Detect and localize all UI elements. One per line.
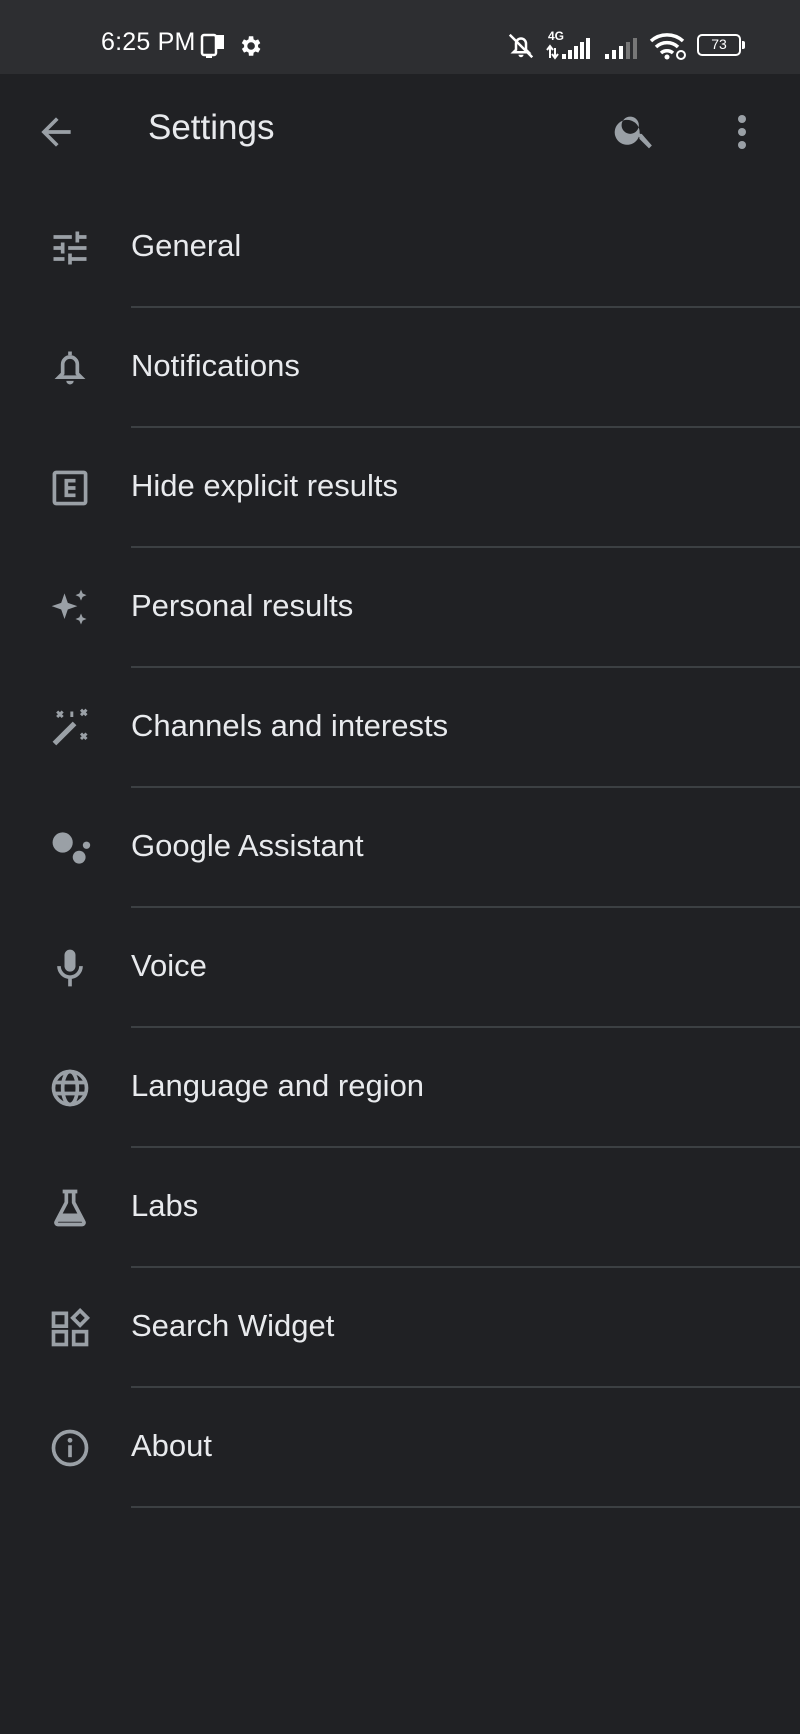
globe-icon [48, 1066, 92, 1110]
magic-wand-icon [48, 706, 92, 750]
app-bar [0, 74, 800, 188]
settings-item-general[interactable]: General [0, 188, 800, 308]
divider [131, 1506, 800, 1508]
settings-item-label: Notifications [131, 348, 300, 383]
settings-item-search-widget[interactable]: Search Widget [0, 1268, 800, 1388]
back-arrow-icon[interactable] [34, 110, 78, 154]
wifi-icon [648, 32, 688, 60]
settings-item-label: Voice [131, 948, 207, 983]
settings-item-notifications[interactable]: Notifications [0, 308, 800, 428]
settings-item-labs[interactable]: Labs [0, 1148, 800, 1268]
search-icon[interactable] [612, 107, 662, 157]
explicit-icon [48, 466, 92, 510]
settings-item-label: Language and region [131, 1068, 425, 1103]
settings-item-label: Google Assistant [131, 828, 364, 863]
settings-item-personal-results[interactable]: Personal results [0, 548, 800, 668]
more-vert-icon[interactable] [722, 107, 762, 157]
assistant-icon [48, 826, 92, 870]
settings-item-label: Hide explicit results [131, 468, 399, 503]
settings-item-channels[interactable]: Channels and interests [0, 668, 800, 788]
tune-icon [48, 226, 92, 270]
settings-item-label: General [131, 228, 242, 263]
settings-item-label: Search Widget [131, 1308, 335, 1343]
settings-item-label: Personal results [131, 588, 354, 623]
widgets-icon [48, 1306, 92, 1350]
gear-icon [237, 33, 263, 59]
settings-item-hide-explicit[interactable]: Hide explicit results [0, 428, 800, 548]
page-title: Settings [148, 108, 275, 147]
settings-list: General Notifications Hide explicit resu… [0, 188, 800, 1508]
silent-bell-icon [506, 31, 536, 61]
signal-4g-icon [546, 36, 596, 60]
signal-icon [603, 36, 639, 60]
flask-icon [48, 1186, 92, 1230]
settings-item-voice[interactable]: Voice [0, 908, 800, 1028]
settings-item-about[interactable]: About [0, 1388, 800, 1508]
info-icon [48, 1426, 92, 1470]
microphone-icon [48, 946, 92, 990]
settings-item-label: About [131, 1428, 213, 1463]
settings-item-label: Labs [131, 1188, 199, 1223]
screen-cast-icon [200, 32, 226, 60]
battery-icon: 73 [697, 34, 745, 56]
settings-item-google-assistant[interactable]: Google Assistant [0, 788, 800, 908]
bell-icon [48, 346, 92, 390]
status-bar: 6:25 PM 4G 73 [0, 0, 800, 74]
settings-item-label: Channels and interests [131, 708, 449, 743]
sparkle-icon [48, 586, 92, 630]
battery-level: 73 [711, 36, 727, 52]
settings-item-language[interactable]: Language and region [0, 1028, 800, 1148]
status-time: 6:25 PM [101, 28, 196, 56]
